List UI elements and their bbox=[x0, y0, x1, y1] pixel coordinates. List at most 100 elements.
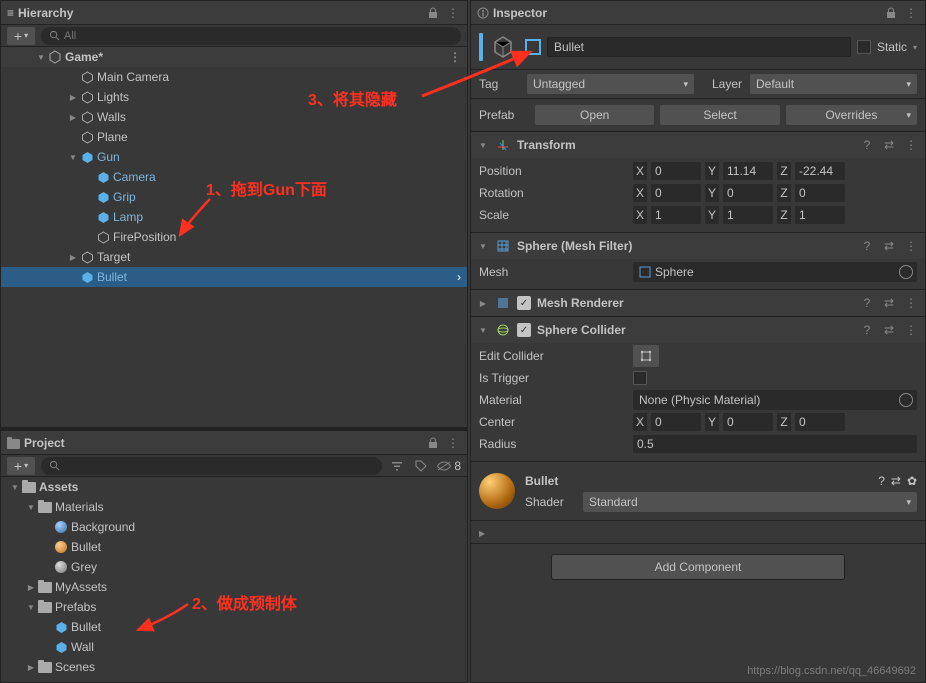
component-enabled-checkbox[interactable]: ✓ bbox=[517, 296, 531, 310]
preset-icon[interactable]: ⇄ bbox=[881, 238, 897, 254]
foldout-icon[interactable]: ▶ bbox=[67, 93, 79, 102]
static-dropdown-icon[interactable]: ▾ bbox=[913, 43, 917, 52]
foldout-icon[interactable]: ▼ bbox=[477, 242, 489, 251]
position-z-field[interactable] bbox=[795, 162, 845, 180]
prefab-open-button[interactable]: Open bbox=[535, 105, 654, 125]
add-component-button[interactable]: Add Component bbox=[551, 554, 845, 580]
hierarchy-item[interactable]: Grip bbox=[1, 187, 467, 207]
preset-icon[interactable]: ⇄ bbox=[881, 295, 897, 311]
foldout-icon[interactable]: ▼ bbox=[67, 153, 79, 162]
component-enabled-checkbox[interactable]: ✓ bbox=[517, 323, 531, 337]
lock-icon[interactable] bbox=[425, 435, 441, 451]
create-button[interactable]: +▾ bbox=[7, 457, 35, 475]
foldout-icon[interactable]: ▼ bbox=[25, 603, 37, 612]
physicmaterial-field[interactable]: None (Physic Material) bbox=[633, 390, 917, 410]
foldout-icon[interactable]: ▶ bbox=[477, 299, 489, 308]
hierarchy-item[interactable]: ▶Target bbox=[1, 247, 467, 267]
hierarchy-item[interactable]: ▶Lights bbox=[1, 87, 467, 107]
foldout-icon[interactable]: ▶ bbox=[479, 529, 485, 538]
hierarchy-item[interactable]: Plane bbox=[1, 127, 467, 147]
scene-row[interactable]: ▼ Game* ⋮ bbox=[1, 47, 467, 67]
project-item[interactable]: Grey bbox=[1, 557, 467, 577]
help-icon[interactable]: ? bbox=[859, 238, 875, 254]
rotation-x-field[interactable] bbox=[651, 184, 701, 202]
foldout-icon[interactable]: ▼ bbox=[477, 141, 489, 150]
hidden-count[interactable]: 8 bbox=[436, 459, 461, 473]
hierarchy-search[interactable] bbox=[41, 27, 461, 45]
preset-icon[interactable]: ⇄ bbox=[891, 474, 901, 488]
mesh-field[interactable]: Sphere bbox=[633, 262, 917, 282]
project-item[interactable]: Background bbox=[1, 517, 467, 537]
layer-dropdown[interactable]: Default bbox=[750, 74, 917, 94]
foldout-icon[interactable]: ▶ bbox=[67, 113, 79, 122]
foldout-icon[interactable]: ▼ bbox=[25, 503, 37, 512]
shader-dropdown[interactable]: Standard bbox=[583, 492, 917, 512]
edit-collider-button[interactable] bbox=[633, 345, 659, 367]
help-icon[interactable]: ? bbox=[859, 322, 875, 338]
position-x-field[interactable] bbox=[651, 162, 701, 180]
position-y-field[interactable] bbox=[723, 162, 773, 180]
hierarchy-item[interactable]: ▶Walls bbox=[1, 107, 467, 127]
center-z-field[interactable] bbox=[795, 413, 845, 431]
tag-filter-icon[interactable] bbox=[412, 457, 430, 475]
scale-x-field[interactable] bbox=[651, 206, 701, 224]
scale-z-field[interactable] bbox=[795, 206, 845, 224]
search-input[interactable] bbox=[64, 460, 374, 472]
project-item[interactable]: ▶MyAssets bbox=[1, 577, 467, 597]
rotation-z-field[interactable] bbox=[795, 184, 845, 202]
tag-dropdown[interactable]: Untagged bbox=[527, 74, 694, 94]
foldout-icon[interactable]: ▶ bbox=[67, 253, 79, 262]
project-item[interactable]: Wall bbox=[1, 637, 467, 657]
rotation-y-field[interactable] bbox=[723, 184, 773, 202]
help-icon[interactable]: ? bbox=[859, 295, 875, 311]
istrigger-checkbox[interactable] bbox=[633, 371, 647, 385]
project-search[interactable] bbox=[41, 457, 382, 475]
static-checkbox[interactable] bbox=[857, 40, 871, 54]
object-picker-icon[interactable] bbox=[899, 265, 913, 279]
foldout-icon[interactable]: ▶ bbox=[25, 583, 37, 592]
lock-icon[interactable] bbox=[425, 5, 441, 21]
kebab-icon[interactable]: ⋮ bbox=[903, 137, 919, 153]
kebab-icon[interactable]: ⋮ bbox=[449, 50, 461, 64]
help-icon[interactable]: ? bbox=[859, 137, 875, 153]
kebab-icon[interactable]: ⋮ bbox=[903, 322, 919, 338]
gear-icon[interactable]: ✿ bbox=[907, 474, 917, 488]
kebab-icon[interactable]: ⋮ bbox=[445, 5, 461, 21]
center-x-field[interactable] bbox=[651, 413, 701, 431]
kebab-icon[interactable]: ⋮ bbox=[903, 238, 919, 254]
project-item[interactable]: Bullet bbox=[1, 537, 467, 557]
kebab-icon[interactable]: ⋮ bbox=[903, 5, 919, 21]
kebab-icon[interactable]: ⋮ bbox=[903, 295, 919, 311]
foldout-icon[interactable]: ▼ bbox=[477, 326, 489, 335]
hierarchy-item[interactable]: Lamp bbox=[1, 207, 467, 227]
prefab-select-button[interactable]: Select bbox=[660, 105, 779, 125]
active-checkbox[interactable] bbox=[525, 39, 541, 55]
project-item[interactable]: ▶Scenes bbox=[1, 657, 467, 677]
foldout-icon[interactable]: ▼ bbox=[35, 53, 47, 62]
foldout-icon[interactable]: ▶ bbox=[25, 663, 37, 672]
hierarchy-item[interactable]: ▼Gun bbox=[1, 147, 467, 167]
gameobject-name-field[interactable] bbox=[547, 37, 851, 57]
assets-root-row[interactable]: ▼ Assets bbox=[1, 477, 467, 497]
kebab-icon[interactable]: ⋮ bbox=[445, 435, 461, 451]
hierarchy-item[interactable]: Bullet› bbox=[1, 267, 467, 287]
preset-icon[interactable]: ⇄ bbox=[881, 322, 897, 338]
lock-icon[interactable] bbox=[883, 5, 899, 21]
object-picker-icon[interactable] bbox=[899, 393, 913, 407]
project-item[interactable]: Bullet bbox=[1, 617, 467, 637]
radius-field[interactable] bbox=[633, 435, 917, 453]
prefab-overrides-button[interactable]: Overrides bbox=[786, 105, 917, 125]
hierarchy-item[interactable]: Camera bbox=[1, 167, 467, 187]
gameobject-icon[interactable] bbox=[487, 31, 519, 63]
hierarchy-item[interactable]: FirePosition bbox=[1, 227, 467, 247]
create-button[interactable]: +▾ bbox=[7, 27, 35, 45]
scale-y-field[interactable] bbox=[723, 206, 773, 224]
project-item[interactable]: ▼Prefabs bbox=[1, 597, 467, 617]
material-preview-icon[interactable] bbox=[479, 473, 515, 509]
center-y-field[interactable] bbox=[723, 413, 773, 431]
filter-icon[interactable] bbox=[388, 457, 406, 475]
foldout-icon[interactable]: ▼ bbox=[9, 483, 21, 492]
chevron-right-icon[interactable]: › bbox=[457, 270, 461, 284]
preset-icon[interactable]: ⇄ bbox=[881, 137, 897, 153]
search-input[interactable] bbox=[64, 30, 453, 42]
